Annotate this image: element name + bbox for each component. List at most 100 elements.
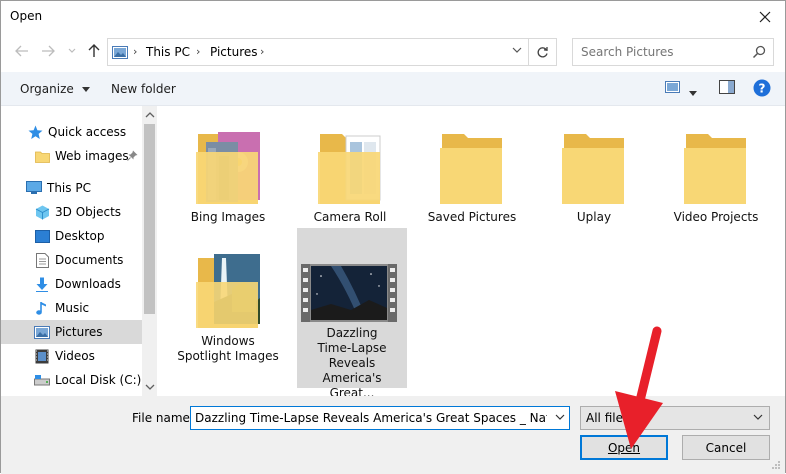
chevron-down-icon[interactable] [555, 414, 565, 421]
breadcrumb-separator: › [196, 45, 201, 58]
file-item-saved-pictures[interactable]: Saved Pictures [417, 106, 527, 262]
star-icon [27, 124, 43, 140]
resize-grip-icon[interactable] [771, 460, 781, 470]
sidebar-item-label: Pictures [55, 325, 103, 339]
recent-locations-button[interactable] [63, 42, 81, 60]
sidebar-item-this-pc[interactable]: This PC [1, 176, 142, 200]
new-folder-button[interactable]: New folder [111, 82, 176, 96]
chevron-down-icon [68, 48, 76, 53]
organize-button[interactable]: Organize [20, 82, 90, 96]
document-icon [34, 252, 50, 268]
video-thumbnail-icon [301, 264, 397, 322]
breadcrumb-separator: › [133, 45, 138, 58]
sidebar-item-pictures[interactable]: Pictures [1, 320, 142, 344]
monitor-icon [26, 180, 42, 196]
file-name-input[interactable]: Dazzling Time-Lapse Reveals America's Gr… [190, 406, 570, 430]
file-list: Bing Images Camera Roll Saved Pictures U… [159, 106, 785, 400]
file-name: Camera Roll [313, 210, 387, 224]
sidebar-item-quick-access[interactable]: Quick access [1, 120, 142, 144]
caret-down-icon [81, 87, 90, 92]
file-type-select[interactable]: All file [580, 406, 770, 430]
file-name-value: Dazzling Time-Lapse Reveals America's Gr… [195, 411, 547, 425]
breadcrumb-pictures[interactable]: Pictures [210, 45, 258, 59]
sidebar-item-local-disk[interactable]: Local Disk (C:) [1, 368, 142, 392]
folder-icon [34, 148, 50, 164]
sidebar-item-label: Downloads [55, 277, 121, 291]
pictures-icon [112, 46, 128, 59]
sidebar-scrollbar[interactable] [142, 106, 157, 396]
view-options-icon [665, 81, 680, 93]
open-dialog: Open › This PC › Pictures › Search Pictu… [0, 0, 786, 474]
breadcrumb-this-pc[interactable]: This PC [146, 45, 190, 59]
sidebar-item-label: Web images [55, 149, 129, 163]
sidebar-item-label: Local Disk (C:) [55, 373, 142, 387]
pictures-icon [34, 324, 50, 340]
sidebar-item-label: Desktop [55, 229, 105, 243]
file-name: Bing Images [190, 210, 266, 224]
arrow-right-icon [42, 45, 55, 57]
svg-text:?: ? [759, 82, 766, 96]
arrow-up-icon [88, 44, 100, 57]
view-dropdown-button[interactable] [689, 85, 697, 99]
sidebar-item-label: 3D Objects [55, 205, 122, 219]
cancel-button[interactable]: Cancel [682, 435, 770, 460]
sidebar-item-documents[interactable]: Documents [1, 248, 142, 272]
command-toolbar: Organize New folder ? [1, 72, 785, 106]
up-button[interactable] [85, 42, 103, 60]
open-button-label: Open [607, 440, 641, 455]
sidebar-item-label: This PC [47, 181, 91, 195]
sidebar-item-label: Quick access [48, 125, 127, 139]
chevron-down-icon [753, 414, 763, 420]
sidebar-item-label: Music [55, 301, 90, 315]
breadcrumb-separator: › [260, 45, 265, 58]
back-button[interactable] [13, 42, 31, 60]
folder-icon [196, 254, 260, 328]
pin-icon [127, 150, 138, 164]
scroll-down-icon[interactable] [145, 382, 155, 392]
sidebar-item-downloads[interactable]: Downloads [1, 272, 142, 296]
file-name: Dazzling Time-Lapse Reveals America's Gr… [317, 326, 387, 400]
refresh-button[interactable] [529, 38, 557, 66]
folder-icon [318, 134, 381, 204]
chevron-down-icon[interactable] [512, 47, 522, 54]
sidebar-item-web-images[interactable]: Web images [1, 144, 142, 168]
desktop-icon [34, 228, 50, 244]
title-bar: Open [1, 1, 785, 32]
search-icon[interactable] [752, 45, 766, 59]
sidebar-item-desktop[interactable]: Desktop [1, 224, 142, 248]
scrollbar-thumb[interactable] [144, 124, 155, 314]
forward-button[interactable] [39, 42, 57, 60]
search-input[interactable] [573, 39, 748, 65]
file-name: Windows Spotlight Images [177, 334, 279, 363]
file-name: Video Projects [673, 210, 759, 224]
download-icon [34, 276, 50, 292]
file-item-video[interactable]: Dazzling Time-Lapse Reveals America's Gr… [297, 228, 407, 400]
preview-pane-button[interactable] [719, 80, 735, 97]
music-note-icon [34, 300, 50, 316]
close-button[interactable] [745, 1, 785, 32]
cube-icon [34, 204, 50, 220]
preview-pane-icon [719, 80, 735, 94]
change-view-button[interactable] [665, 80, 681, 97]
help-button[interactable]: ? [753, 79, 771, 100]
file-name: Saved Pictures [427, 210, 517, 224]
sidebar-item-3d-objects[interactable]: 3D Objects [1, 200, 142, 224]
address-bar[interactable]: › This PC › Pictures › [107, 38, 529, 66]
file-item-windows-spotlight-images[interactable]: Windows Spotlight Images [173, 230, 283, 386]
sidebar-item-music[interactable]: Music [1, 296, 142, 320]
scroll-up-icon[interactable] [145, 110, 155, 120]
folder-icon [562, 134, 624, 204]
file-name: Uplay [576, 210, 612, 224]
help-icon: ? [753, 79, 771, 97]
video-icon [34, 348, 50, 364]
file-item-video-projects[interactable]: Video Projects [661, 106, 771, 262]
file-item-uplay[interactable]: Uplay [539, 106, 649, 262]
drive-icon [34, 372, 50, 388]
file-name-label: File name: [132, 411, 194, 425]
search-box [572, 38, 774, 66]
sidebar-item-videos[interactable]: Videos [1, 344, 142, 368]
navigation-pane: Quick access Web images This PC 3D Objec… [1, 106, 157, 396]
navigation-bar: › This PC › Pictures › [1, 32, 785, 72]
open-button[interactable]: Open [580, 435, 668, 460]
sidebar-item-label: Documents [55, 253, 124, 267]
